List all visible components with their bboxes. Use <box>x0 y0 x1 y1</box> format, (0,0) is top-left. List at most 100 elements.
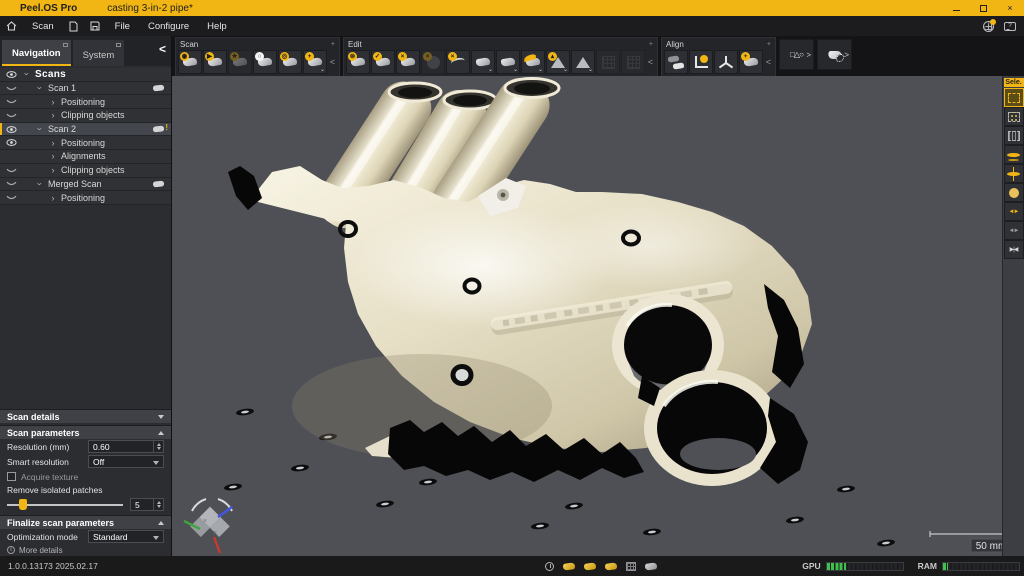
tool-clear-selection[interactable]: ◄► <box>1004 221 1024 240</box>
toolbar-button-delete-in-circle[interactable]: ⊗ <box>346 50 370 74</box>
help-chat-icon[interactable]: ? <box>1004 22 1016 31</box>
tool-select-rectangle-grid[interactable] <box>1004 126 1024 145</box>
eye-closed-icon[interactable] <box>0 85 22 92</box>
tool-selection-sphere[interactable] <box>1004 183 1024 202</box>
scan-details-header[interactable]: Scan details <box>0 409 171 423</box>
toolbar-button-remove-disc[interactable]: × <box>421 50 445 74</box>
toolbar-button-resume-scan[interactable]: ▶ <box>203 50 227 74</box>
expander-icon[interactable]: › <box>22 69 32 79</box>
scan-mesh-targets-icon[interactable] <box>583 562 597 571</box>
tab-navigation[interactable]: Navigation <box>2 40 71 66</box>
toolbar-button-calibrate-scan[interactable]: ★ <box>228 50 252 74</box>
toolbar-button-detect-targets[interactable]: ○ <box>253 50 277 74</box>
tree-row-clipping-objects[interactable]: › Clipping objects <box>0 109 171 123</box>
expander-icon[interactable]: › <box>48 151 58 161</box>
smart-resolution-select[interactable]: Off <box>88 455 164 468</box>
resolution-input[interactable] <box>88 440 164 453</box>
section-collapse-icon[interactable]: < <box>328 50 337 74</box>
toolbar-button-grid-tool-2[interactable] <box>621 50 645 74</box>
eye-open-icon[interactable] <box>0 139 22 146</box>
viewport-3d[interactable]: × × 50 mm <box>172 76 1002 556</box>
menu-configure[interactable]: Configure <box>148 21 189 32</box>
patches-slider[interactable] <box>7 504 123 506</box>
toolbar-button-remove-spikes[interactable]: × <box>446 50 470 74</box>
scan-mesh-points-icon[interactable] <box>604 562 618 571</box>
tree-row-alignments[interactable]: › Alignments <box>0 150 171 164</box>
expander-icon[interactable]: › <box>35 83 45 93</box>
save-icon[interactable] <box>90 21 100 31</box>
acquire-texture-checkbox[interactable] <box>7 472 16 481</box>
toolbar-button-fill-holes[interactable]: ⌄ <box>471 50 495 74</box>
toolbar-button-target-align[interactable]: + <box>739 50 763 74</box>
tree-row-scan-2[interactable]: › Scan 2 <box>0 123 171 137</box>
toolbar-button-start-scan[interactable]: ◉ <box>178 50 202 74</box>
tree-row-positioning[interactable]: › Positioning <box>0 95 171 109</box>
toolbar-button-keep-selection[interactable]: ✓ <box>371 50 395 74</box>
tree-row-clipping-objects[interactable]: › Clipping objects <box>0 164 171 178</box>
tool-selection-bounds[interactable]: ▶|◀ <box>1004 240 1024 259</box>
tool-invert-selection[interactable]: ◄► <box>1004 202 1024 221</box>
toolbar-button-trim-surface[interactable]: ⌄ <box>521 50 545 74</box>
patches-input[interactable] <box>130 498 164 511</box>
close-button[interactable]: × <box>1004 2 1016 14</box>
orientation-gizmo[interactable]: × × <box>184 499 232 553</box>
eye-closed-icon[interactable] <box>0 167 22 174</box>
spinner-arrows[interactable] <box>153 499 163 510</box>
toolbar-button-add-scan[interactable]: + ⌄ <box>303 50 327 74</box>
wireframe-icon[interactable] <box>626 562 636 571</box>
scan-parameters-header[interactable]: Scan parameters <box>0 425 171 439</box>
toolbar-button-shapes-menu[interactable]: □△○ > <box>779 39 814 70</box>
history-icon[interactable] <box>545 562 554 571</box>
new-file-icon[interactable] <box>69 21 78 32</box>
section-collapse-icon[interactable]: < <box>764 50 773 74</box>
toolbar-button-plane-align[interactable] <box>689 50 713 74</box>
tool-select-rectangle[interactable] <box>1004 88 1024 107</box>
toolbar-button-mesh-options[interactable]: > <box>817 39 852 70</box>
toolbar-button-best-fit-align[interactable] <box>664 50 688 74</box>
tool-select-rectangle-brush[interactable] <box>1004 107 1024 126</box>
toolbar-button-subdivide-mesh[interactable]: ⌄ <box>571 50 595 74</box>
section-pin-icon[interactable]: + <box>323 41 335 48</box>
tab-system[interactable]: System <box>73 40 125 66</box>
section-pin-icon[interactable]: + <box>641 41 653 48</box>
expander-icon[interactable]: › <box>48 97 58 107</box>
tree-row-positioning[interactable]: › Positioning <box>0 136 171 150</box>
section-pin-icon[interactable]: + <box>759 41 771 48</box>
network-icon[interactable] <box>983 21 994 32</box>
expander-icon[interactable]: › <box>48 193 58 203</box>
minimize-button[interactable] <box>950 2 962 14</box>
eye-open-icon[interactable] <box>0 71 22 78</box>
slider-thumb[interactable] <box>19 499 27 510</box>
tree-row-scan-1[interactable]: › Scan 1 <box>0 82 171 96</box>
merged-mesh-icon[interactable] <box>644 562 658 571</box>
optimization-mode-select[interactable]: Standard <box>88 530 164 543</box>
eye-closed-icon[interactable] <box>0 180 22 187</box>
eye-open-icon[interactable] <box>0 126 22 133</box>
more-details-link[interactable]: i More details <box>0 544 171 556</box>
home-icon[interactable] <box>6 21 17 31</box>
eye-closed-icon[interactable] <box>0 112 22 119</box>
toolbar-button-grid-tool-1[interactable] <box>596 50 620 74</box>
spinner-arrows[interactable] <box>153 441 163 452</box>
sidebar-collapse-button[interactable]: < <box>159 42 166 56</box>
toolbar-button-decimate-mesh[interactable]: ▴ ⌄ <box>546 50 570 74</box>
tree-row-positioning[interactable]: › Positioning <box>0 191 171 205</box>
scan-mesh-icon[interactable] <box>562 562 576 571</box>
expander-icon[interactable]: › <box>35 179 45 189</box>
toolbar-button-remove-selection[interactable]: × <box>396 50 420 74</box>
toolbar-button-axis-align[interactable] <box>714 50 738 74</box>
section-collapse-icon[interactable]: < <box>646 50 655 74</box>
tree-row-scans[interactable]: › Scans <box>0 68 171 82</box>
menu-file[interactable]: File <box>115 21 130 32</box>
maximize-button[interactable] <box>977 2 989 14</box>
expander-icon[interactable]: › <box>48 165 58 175</box>
expander-icon[interactable]: › <box>48 138 58 148</box>
expander-icon[interactable]: › <box>48 110 58 120</box>
menu-help[interactable]: Help <box>207 21 227 32</box>
toolbar-button-smooth-boundary[interactable]: ⌄ <box>496 50 520 74</box>
finalize-parameters-header[interactable]: Finalize scan parameters <box>0 515 171 529</box>
expander-icon[interactable]: › <box>35 124 45 134</box>
menu-scan[interactable]: Scan <box>32 21 54 32</box>
tool-selection-extrude[interactable] <box>1004 164 1024 183</box>
tree-row-merged-scan[interactable]: › Merged Scan <box>0 178 171 192</box>
